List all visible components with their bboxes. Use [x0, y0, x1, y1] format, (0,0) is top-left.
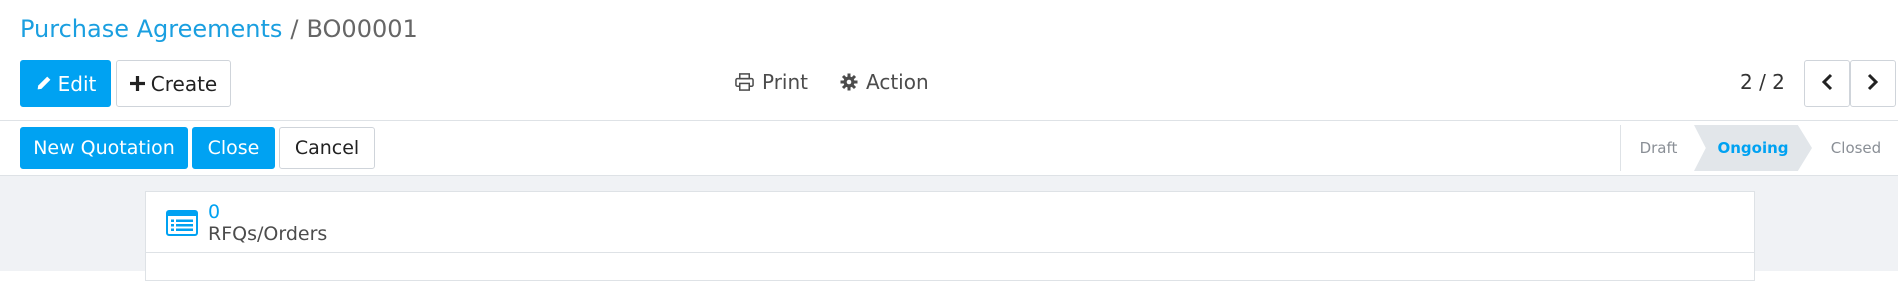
rfqs-orders-count: 0 [208, 201, 221, 223]
print-menu-button[interactable]: Print [735, 68, 808, 96]
list-icon [166, 210, 198, 236]
chevron-left-icon [1820, 73, 1834, 95]
stage-draft[interactable]: Draft [1621, 125, 1696, 171]
gear-icon [840, 73, 858, 91]
edit-button[interactable]: Edit [20, 60, 111, 107]
statusbar: New Quotation Close Cancel Draft Ongoing… [0, 121, 1898, 176]
status-stages: Draft Ongoing Closed [1620, 125, 1898, 171]
pager-next-button[interactable] [1850, 60, 1896, 107]
chevron-right-icon [1866, 73, 1880, 95]
form-content: 0 RFQs/Orders [0, 176, 1898, 281]
printer-icon [735, 73, 754, 91]
breadcrumb: Purchase Agreements / BO00001 [20, 14, 418, 44]
rfqs-orders-label: RFQs/Orders [208, 223, 328, 245]
control-panel: Purchase Agreements / BO00001 Edit Create … [0, 0, 1898, 121]
action-menu-button[interactable]: Action [840, 68, 929, 96]
stage-ongoing[interactable]: Ongoing [1694, 125, 1812, 171]
breadcrumb-current: BO00001 [306, 15, 418, 43]
stage-closed[interactable]: Closed [1816, 125, 1896, 171]
form-sheet: 0 RFQs/Orders [145, 191, 1755, 281]
breadcrumb-parent-link[interactable]: Purchase Agreements [20, 15, 282, 43]
smart-button-text: 0 RFQs/Orders [208, 201, 327, 245]
new-quotation-button[interactable]: New Quotation [20, 127, 188, 169]
pager-value[interactable]: 2 / 2 [1740, 68, 1785, 96]
print-label: Print [762, 70, 809, 94]
action-label: Action [866, 70, 929, 94]
create-button[interactable]: Create [116, 60, 231, 107]
smart-button-box: 0 RFQs/Orders [146, 192, 1754, 253]
create-button-label: Create [150, 71, 218, 96]
breadcrumb-separator: / [290, 15, 299, 43]
pencil-icon [35, 75, 52, 92]
rfqs-orders-smart-button[interactable]: 0 RFQs/Orders [166, 198, 327, 248]
plus-icon [129, 76, 145, 91]
edit-button-label: Edit [57, 71, 97, 96]
pager-previous-button[interactable] [1804, 60, 1850, 107]
close-button[interactable]: Close [192, 127, 275, 169]
cancel-button[interactable]: Cancel [279, 127, 375, 169]
